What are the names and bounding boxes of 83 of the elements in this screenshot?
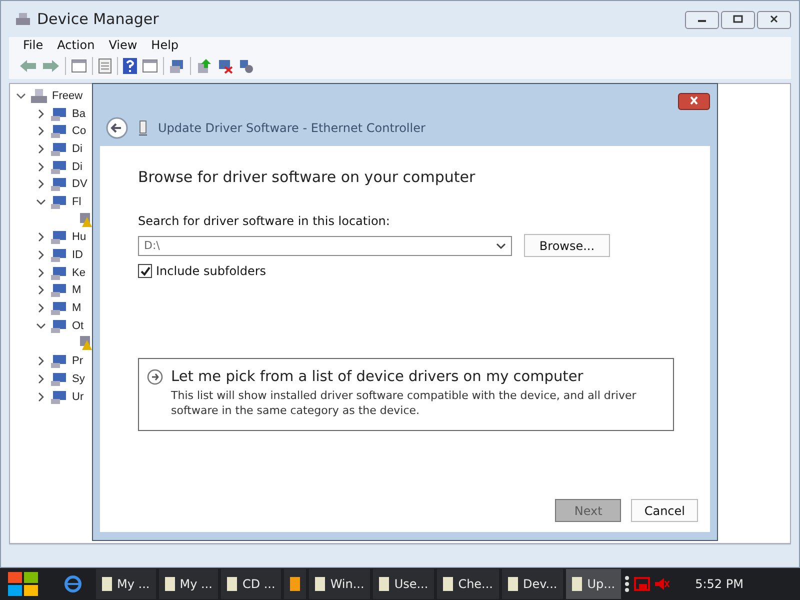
tree-item[interactable]: Co: [72, 125, 86, 138]
browser-icon[interactable]: [63, 574, 83, 594]
device-icon: [50, 123, 68, 140]
document-icon: [102, 577, 112, 591]
device-icon: [138, 120, 148, 136]
tree-item[interactable]: DV: [72, 178, 88, 190]
help-icon[interactable]: [123, 58, 137, 74]
dropdown-icon[interactable]: [496, 242, 506, 250]
location-label: Search for driver software in this location:: [138, 214, 391, 228]
tree-item[interactable]: Sy: [72, 372, 85, 385]
device-icon: [50, 264, 68, 281]
device-icon: [50, 247, 68, 264]
computer-icon: [15, 12, 31, 26]
device-icon: [50, 229, 68, 246]
device-icon: [50, 353, 68, 370]
tree-item[interactable]: M: [72, 284, 82, 296]
taskbar-button[interactable]: Use...: [373, 569, 434, 599]
arrow-circle-icon: [147, 369, 163, 385]
document-icon: [164, 577, 175, 591]
back-icon[interactable]: [106, 117, 128, 139]
taskbar-button[interactable]: [284, 569, 306, 599]
tree-item[interactable]: M: [72, 302, 82, 314]
document-icon: [227, 577, 238, 591]
device-icon: [50, 106, 68, 122]
dialog-title: Update Driver Software - Ethernet Controller: [158, 121, 426, 135]
taskbar-button[interactable]: Dev...: [502, 569, 564, 599]
close-button[interactable]: [678, 93, 710, 110]
document-icon: [443, 577, 454, 591]
tree-item[interactable]: Ba: [72, 108, 86, 120]
taskbar-button[interactable]: CD ...: [221, 569, 282, 599]
document-icon: [508, 577, 518, 591]
menu-item[interactable]: Help: [151, 38, 179, 52]
taskbar-button[interactable]: My ...: [158, 569, 218, 599]
tree-item[interactable]: Pr: [72, 355, 83, 368]
tree-item[interactable]: Hu: [72, 231, 86, 244]
start-button[interactable]: [6, 570, 40, 598]
close-button[interactable]: [757, 11, 791, 29]
close-icon: [769, 14, 779, 22]
device-icon: [50, 176, 68, 192]
checkbox[interactable]: [138, 264, 152, 278]
document-icon: [572, 577, 582, 591]
device-icon: [50, 388, 68, 405]
device-icon: [50, 300, 68, 316]
menu-item[interactable]: View: [108, 38, 138, 52]
pick-option-link[interactable]: Let me pick from a list of device drivers on my computer This list will show installed driver software compatible with the device, and all driver software in the same category as the device.: [138, 358, 674, 431]
taskbar-button[interactable]: Win...: [309, 569, 370, 599]
cancel-button[interactable]: Cancel: [631, 499, 698, 522]
menu-item[interactable]: File: [23, 38, 44, 52]
minimize-button[interactable]: [685, 11, 719, 29]
dialog-heading: Browse for driver software on your computer: [138, 168, 476, 186]
device-icon: [50, 194, 68, 210]
option-title: Let me pick from a list of device drivers on my computer: [171, 369, 584, 385]
tree-item[interactable]: Fl: [72, 196, 82, 208]
tree-item[interactable]: Freew: [52, 90, 83, 102]
document-icon: [315, 577, 326, 591]
checkbox-label[interactable]: Include subfolders: [156, 264, 266, 278]
browse-button[interactable]: Browse...: [524, 234, 610, 257]
taskbar-button[interactable]: My ...: [96, 569, 156, 599]
taskbar-button[interactable]: Up...: [566, 569, 622, 599]
tree-item[interactable]: Ke: [72, 266, 86, 279]
device-icon: [50, 318, 68, 334]
menu-item[interactable]: Action: [57, 38, 95, 52]
close-icon: [689, 96, 699, 104]
maximize-button[interactable]: [721, 11, 755, 29]
tree-item[interactable]: Ur: [72, 390, 84, 403]
taskbar-button[interactable]: Che...: [437, 569, 499, 599]
device-icon: [50, 370, 68, 387]
computer-icon: [30, 88, 48, 104]
location-combo-box[interactable]: D:\: [138, 236, 512, 256]
document-icon: [379, 577, 390, 591]
tree-item[interactable]: Di: [72, 142, 82, 155]
device-icon: [50, 158, 68, 175]
clock[interactable]: 5:52 PM: [695, 577, 744, 591]
speaker-icon[interactable]: [654, 577, 670, 591]
tree-item[interactable]: Di: [72, 160, 82, 173]
device-icon: [50, 282, 68, 298]
overflow-icon[interactable]: [624, 575, 630, 593]
window-title: Device Manager: [37, 10, 159, 28]
tree-item[interactable]: ID: [72, 249, 83, 262]
device-icon: [50, 140, 68, 157]
option-description: This list will show installed driver software compatible with the device, and all driver software in the same category as the device.: [170, 388, 638, 418]
tree-item[interactable]: Ot: [72, 320, 84, 332]
maximize-icon: [733, 14, 743, 22]
